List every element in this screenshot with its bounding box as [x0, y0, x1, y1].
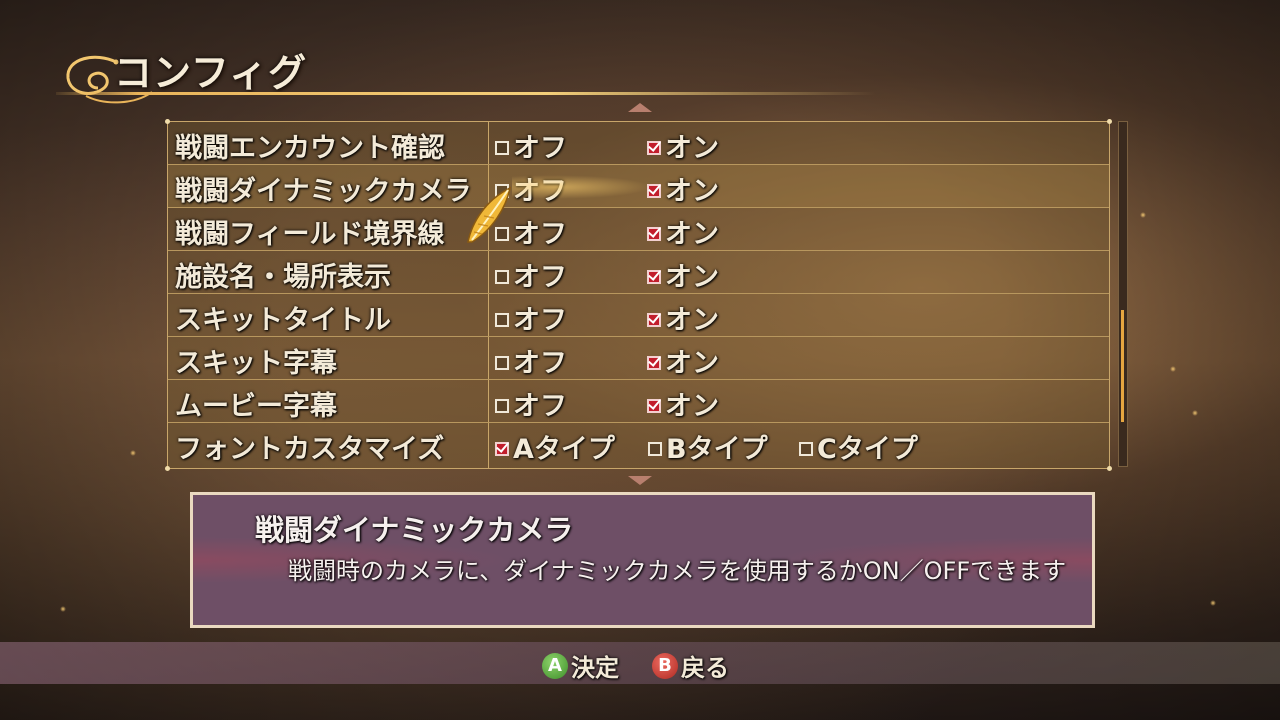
checkbox-icon [495, 312, 509, 327]
setting-row-field-boundary[interactable]: 戦闘フィールド境界線 オフ オン [168, 208, 1109, 251]
description-text: 戦闘時のカメラに、ダイナミックカメラを使用するかON／OFFできます [288, 557, 1067, 585]
option-off[interactable]: オフ [495, 255, 567, 294]
option-off[interactable]: オフ [495, 298, 567, 337]
setting-label: ムービー字幕 [175, 391, 337, 422]
checkbox-checked-icon [647, 355, 661, 370]
option-b-type[interactable]: Bタイプ [648, 427, 768, 466]
back-label: 戻る [681, 654, 729, 682]
checkbox-checked-icon [495, 441, 509, 456]
option-on[interactable]: オン [647, 126, 719, 165]
option-off[interactable]: オフ [495, 384, 567, 423]
checkbox-checked-icon [647, 269, 661, 284]
checkbox-checked-icon [647, 398, 661, 413]
option-on[interactable]: オン [647, 298, 719, 337]
corner-ornament [165, 466, 170, 471]
checkbox-icon [495, 140, 509, 155]
setting-row-font-customize[interactable]: フォントカスタマイズ Aタイプ Bタイプ Cタイプ [168, 423, 1109, 466]
setting-row-encounter-confirm[interactable]: 戦闘エンカウント確認 オフ オン [168, 122, 1109, 165]
sparkle [1210, 600, 1216, 606]
checkbox-icon [648, 441, 662, 456]
setting-label: 戦闘エンカウント確認 [175, 133, 445, 164]
back-hint[interactable]: B 戻る [652, 648, 729, 683]
footer-bar [0, 642, 1280, 684]
setting-row-place-names[interactable]: 施設名・場所表示 オフ オン [168, 251, 1109, 294]
b-button-icon: B [652, 652, 678, 679]
sparkle [130, 450, 136, 456]
checkbox-icon [495, 269, 509, 284]
title-underline [56, 92, 876, 95]
confirm-hint[interactable]: A 決定 [542, 648, 619, 683]
setting-label: スキット字幕 [175, 348, 337, 379]
description-panel: 戦闘ダイナミックカメラ 戦闘時のカメラに、ダイナミックカメラを使用するかON／O… [190, 492, 1095, 628]
description-title: 戦闘ダイナミックカメラ [255, 513, 574, 547]
checkbox-checked-icon [647, 140, 661, 155]
option-on[interactable]: オン [647, 341, 719, 380]
checkbox-checked-icon [647, 226, 661, 241]
sparkle [1170, 366, 1176, 372]
feather-cursor-icon [467, 186, 512, 243]
option-on[interactable]: オン [647, 384, 719, 423]
header: コンフィグ [56, 40, 876, 110]
checkbox-checked-icon [647, 312, 661, 327]
checkbox-icon [495, 398, 509, 413]
checkbox-icon [799, 441, 813, 456]
option-on[interactable]: オン [647, 255, 719, 294]
confirm-label: 決定 [571, 654, 619, 682]
sparkle [60, 606, 66, 612]
setting-row-skit-title[interactable]: スキットタイトル オフ オン [168, 294, 1109, 337]
setting-label: 施設名・場所表示 [175, 262, 391, 293]
scroll-up-arrow-icon[interactable] [628, 103, 652, 112]
corner-ornament [1107, 119, 1112, 124]
page-title: コンフィグ [114, 51, 308, 95]
corner-ornament [165, 119, 170, 124]
settings-table: 戦闘エンカウント確認 オフ オン 戦闘ダイナミックカメラ オフ オン 戦闘フィー… [165, 119, 1112, 471]
checkbox-icon [495, 355, 509, 370]
a-button-icon: A [542, 652, 568, 679]
option-on[interactable]: オン [647, 212, 719, 251]
option-on[interactable]: オン [647, 169, 719, 208]
corner-ornament [1107, 466, 1112, 471]
setting-row-movie-subtitles[interactable]: ムービー字幕 オフ オン [168, 380, 1109, 423]
option-off[interactable]: オフ [495, 126, 567, 165]
option-a-type[interactable]: Aタイプ [495, 427, 615, 466]
setting-row-skit-subtitles[interactable]: スキット字幕 オフ オン [168, 337, 1109, 380]
sparkle [1192, 410, 1198, 416]
cursor-glow [512, 175, 652, 199]
option-c-type[interactable]: Cタイプ [799, 427, 918, 466]
setting-label: スキットタイトル [175, 305, 391, 336]
setting-label: フォントカスタマイズ [175, 434, 445, 465]
option-off[interactable]: オフ [495, 341, 567, 380]
scrollbar-thumb[interactable] [1121, 310, 1124, 422]
sparkle [1140, 212, 1146, 218]
scroll-down-arrow-icon[interactable] [628, 476, 652, 485]
setting-label: 戦闘ダイナミックカメラ [175, 176, 472, 207]
setting-label: 戦闘フィールド境界線 [175, 219, 445, 250]
